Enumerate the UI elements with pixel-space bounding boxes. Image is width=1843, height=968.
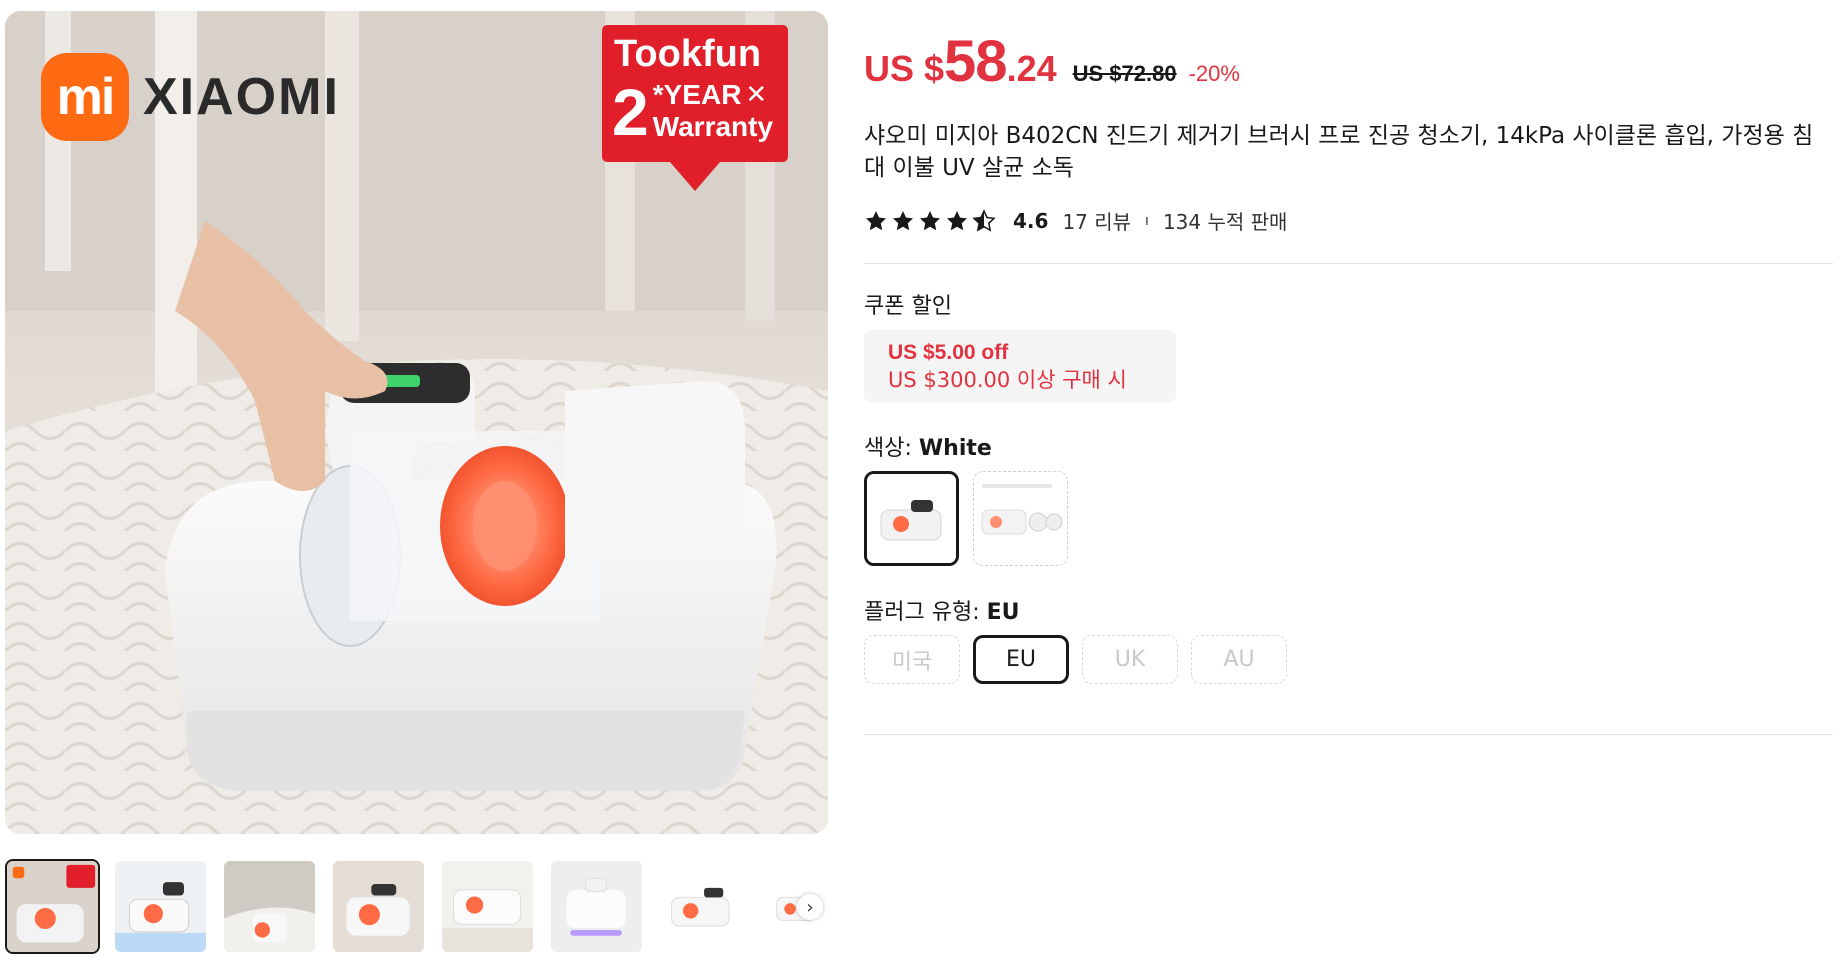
thumbnail-1[interactable] — [5, 859, 100, 954]
price-decimal: .24 — [1006, 48, 1057, 89]
separator: ı — [1145, 212, 1149, 229]
divider — [864, 734, 1833, 735]
star-full-icon — [893, 210, 913, 230]
swatch-filter-image — [974, 472, 1067, 565]
coupon-heading: 쿠폰 할인 — [864, 294, 952, 319]
sold-count: 134 누적 판매 — [1162, 210, 1288, 234]
thumbnail-5[interactable] — [440, 859, 535, 954]
thumbnail-7[interactable] — [658, 859, 753, 954]
plug-option-au[interactable]: AU — [1191, 635, 1287, 684]
thumbnail-3[interactable] — [222, 859, 317, 954]
coupon-amount: US $5.00 off — [888, 341, 1009, 364]
star-full-icon — [920, 210, 940, 230]
thumbnail-4[interactable] — [331, 859, 426, 954]
star-full-icon — [866, 210, 886, 230]
discount-percent: -20% — [1188, 61, 1240, 86]
color-swatch-with-filter[interactable] — [973, 471, 1068, 566]
rating-score: 4.6 — [1013, 208, 1049, 233]
color-selected-value: White — [918, 436, 992, 461]
chevron-right-icon[interactable]: › — [797, 894, 823, 920]
plug-option-eu[interactable]: EU — [973, 635, 1069, 684]
thumbnail-6[interactable] — [549, 859, 644, 954]
product-title: 샤오미 미지아 B402CN 진드기 제거기 브러시 프로 진공 청소기, 14… — [864, 123, 1814, 181]
thumbnail-2[interactable] — [113, 859, 208, 954]
price-row: US $ 58 .24 US $72.80 -20% — [864, 28, 1240, 95]
swatch-white-image — [867, 474, 956, 563]
color-swatch-white[interactable] — [864, 471, 959, 566]
mi-logo-icon: mi — [41, 53, 129, 141]
star-half-icon — [972, 208, 996, 232]
main-product-image[interactable]: mi XIAOMI Tookfun 2 *YEAR ✕ Warranty — [5, 11, 828, 834]
review-count-link[interactable]: 17 리뷰 — [1062, 206, 1131, 235]
star-full-icon — [947, 210, 967, 230]
plug-selected-value: EU — [986, 600, 1020, 625]
original-price: US $72.80 — [1072, 61, 1177, 86]
price-currency: US $ — [864, 48, 945, 89]
xiaomi-logo: mi XIAOMI — [41, 53, 340, 141]
brand-wordmark: XIAOMI — [143, 68, 340, 126]
product-page: mi XIAOMI Tookfun 2 *YEAR ✕ Warranty › U… — [0, 0, 1843, 968]
rating-row: 4.6 17 리뷰 ı 134 누적 판매 — [864, 206, 1287, 235]
coupon-card[interactable]: US $5.00 off US $300.00 이상 구매 시 — [864, 330, 1176, 403]
warranty-badge: Tookfun 2 *YEAR ✕ Warranty — [600, 21, 790, 191]
plug-option-us[interactable]: 미국 — [864, 635, 960, 684]
divider — [864, 263, 1833, 264]
thumbnail-strip: › — [5, 859, 860, 959]
coupon-condition: US $300.00 이상 구매 시 — [888, 368, 1127, 392]
plug-option-uk[interactable]: UK — [1082, 635, 1178, 684]
price-integer: 58 — [944, 29, 1008, 94]
wrench-icon: ✕ — [745, 80, 768, 110]
plug-type-label: 플러그 유형: EU — [864, 600, 1020, 625]
color-label: 색상: White — [864, 436, 992, 461]
star-rating[interactable] — [864, 208, 999, 233]
